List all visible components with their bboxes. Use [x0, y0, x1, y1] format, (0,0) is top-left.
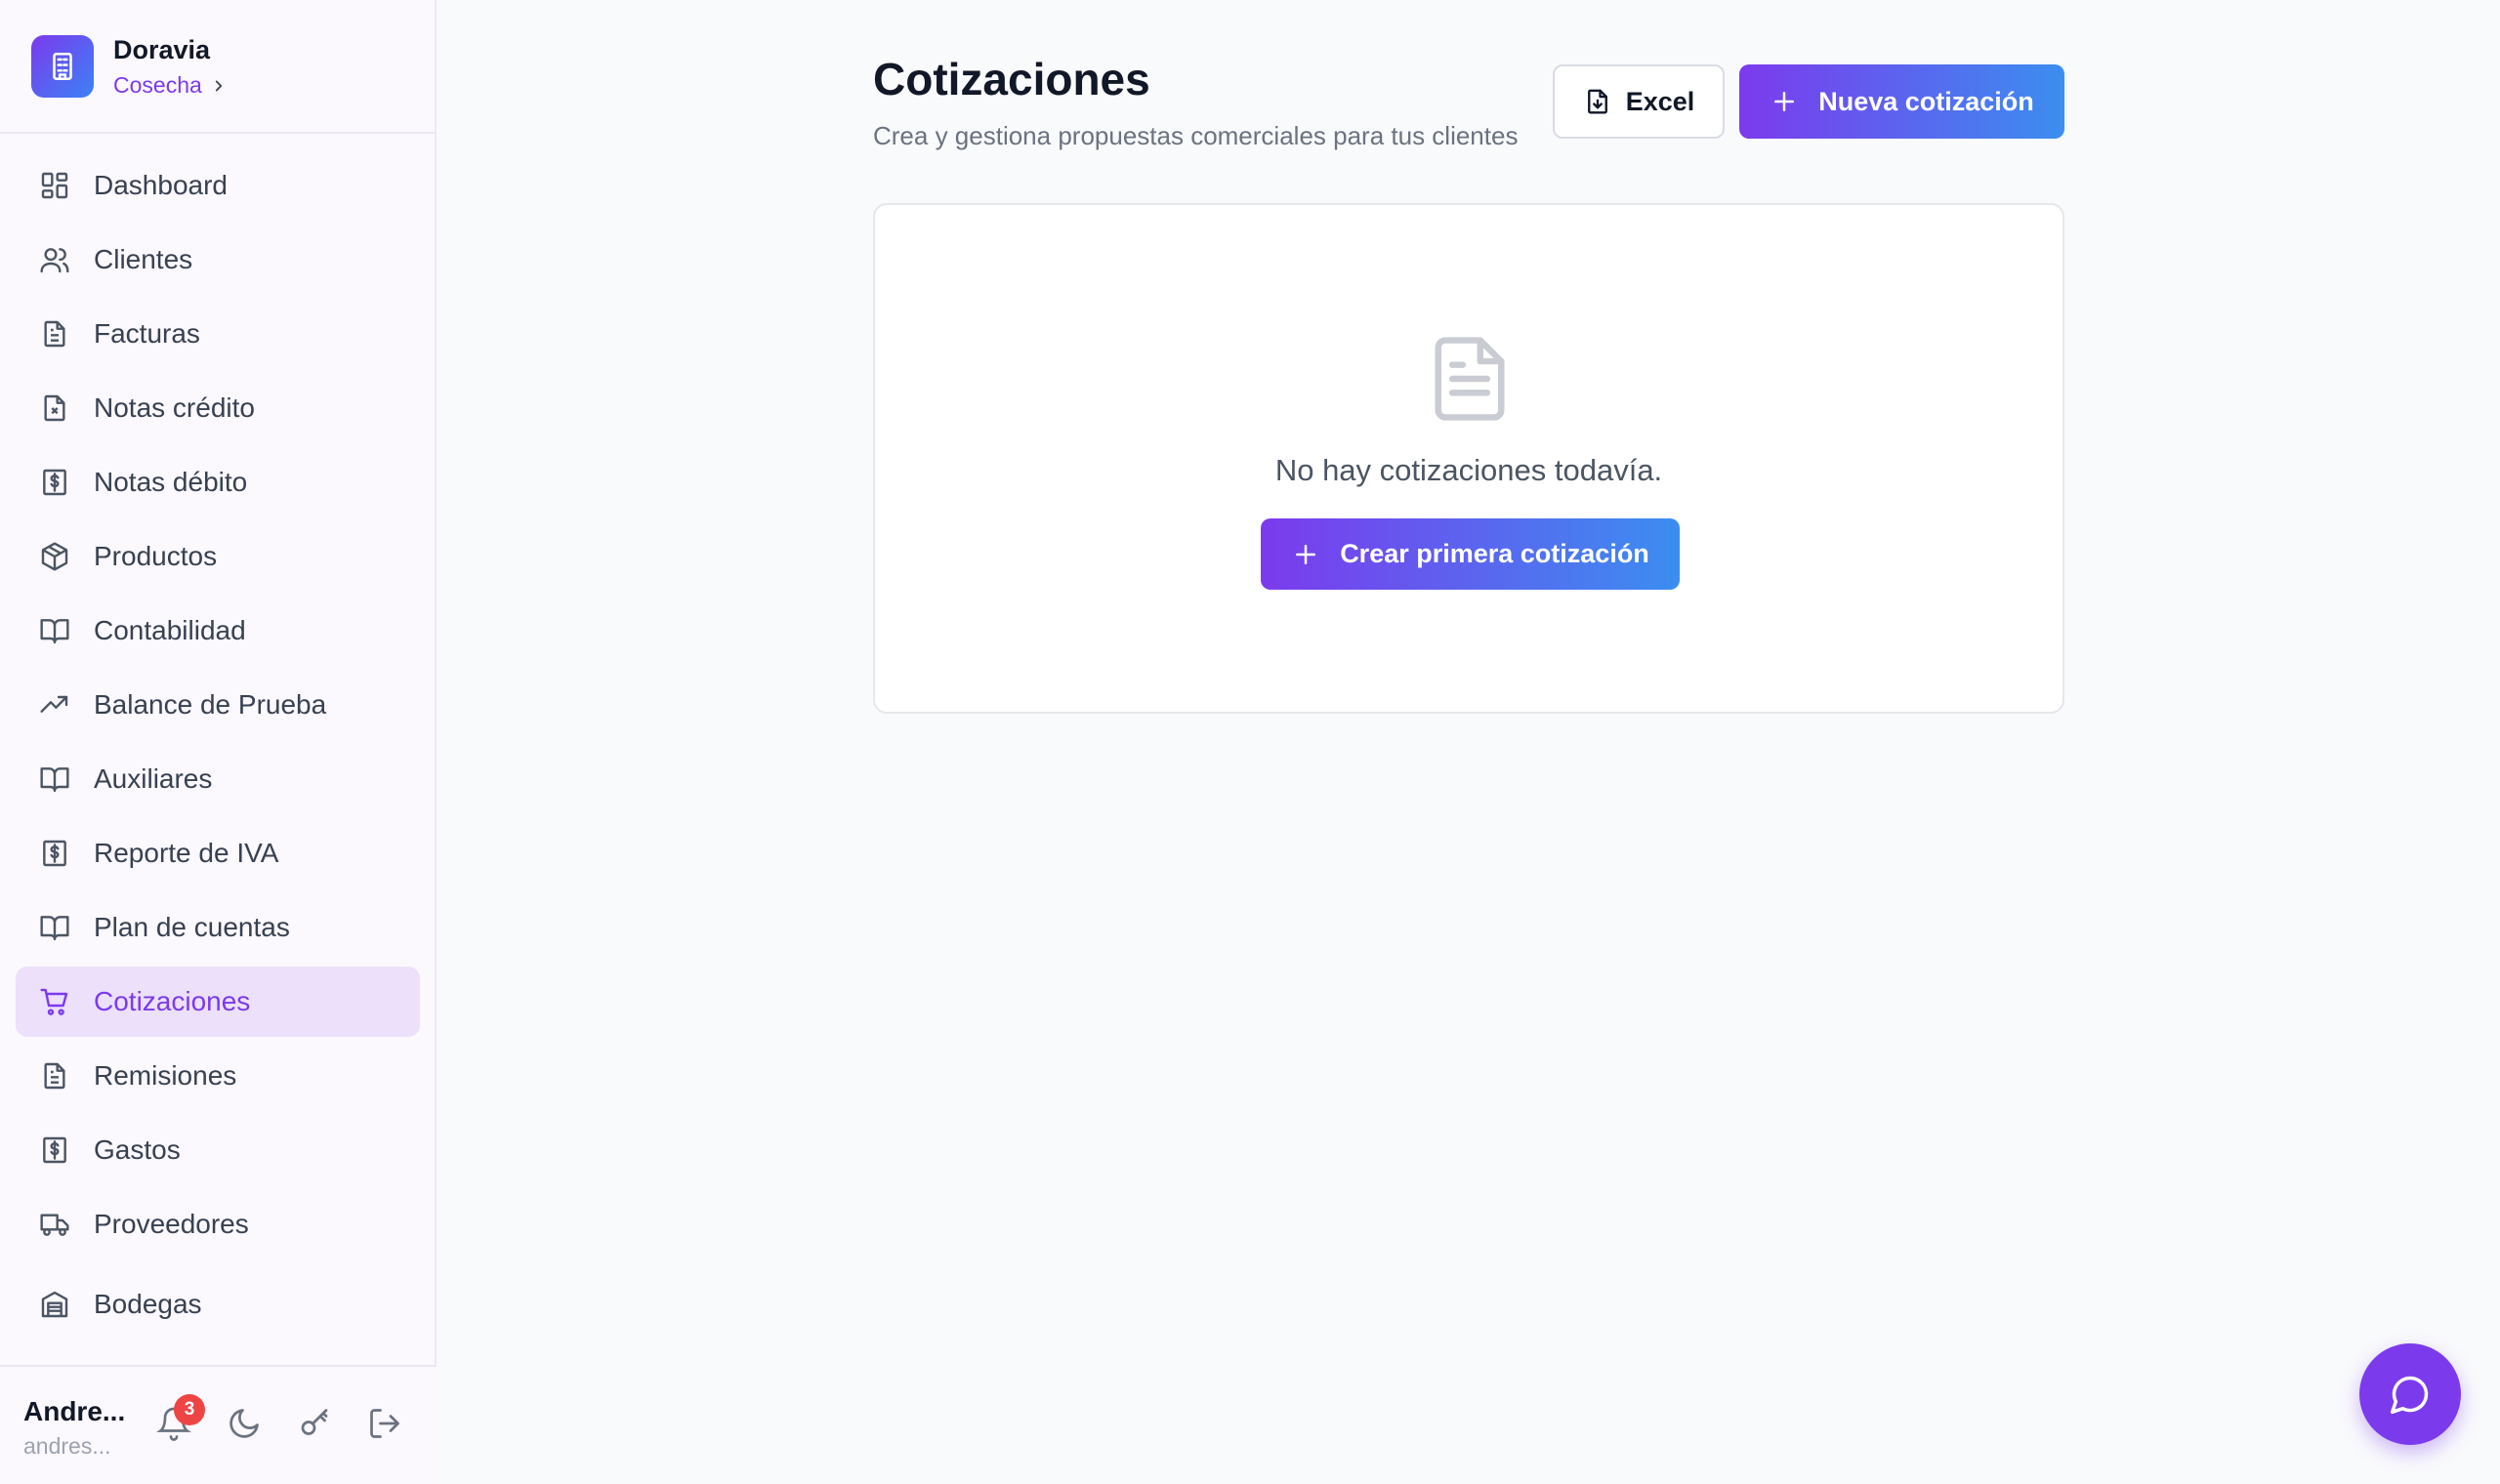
file-x-icon — [44, 394, 65, 422]
change-password-button[interactable] — [297, 1406, 332, 1441]
sidebar-item-productos[interactable]: Productos — [16, 521, 420, 592]
document-icon — [1428, 332, 1512, 426]
new-quote-label: Nueva cotización — [1818, 86, 2034, 116]
sidebar-item-contabilidad[interactable]: Contabilidad — [16, 596, 420, 666]
org-switcher[interactable]: Cosecha — [113, 72, 228, 99]
warehouse-icon — [41, 1291, 68, 1318]
users-icon — [40, 248, 69, 273]
sidebar-item-label: Cotizaciones — [94, 986, 251, 1016]
file-text-icon — [44, 1062, 65, 1090]
brand-name: Doravia — [113, 35, 211, 64]
sidebar-item-proveedores[interactable]: Proveedores — [16, 1189, 420, 1259]
brand-text: Doravia Cosecha — [113, 33, 228, 99]
file-download-icon — [1587, 89, 1607, 114]
sidebar-item-label: Notas crédito — [94, 392, 255, 423]
logout-button[interactable] — [367, 1406, 402, 1441]
sidebar-item-label: Proveedores — [94, 1209, 249, 1239]
sidebar-item-label: Notas débito — [94, 467, 248, 497]
sidebar-item-label: Clientes — [94, 244, 193, 274]
sidebar-item-label: Remisiones — [94, 1060, 237, 1091]
create-first-quote-button[interactable]: Crear primera cotización — [1261, 518, 1680, 590]
new-quote-button[interactable]: Nueva cotización — [1739, 64, 2064, 139]
chat-button[interactable] — [2359, 1343, 2461, 1445]
truck-icon — [40, 1214, 69, 1236]
page-title: Cotizaciones — [873, 54, 1150, 104]
export-excel-button[interactable]: Excel — [1553, 64, 1725, 139]
sidebar-item-label: Auxiliares — [94, 763, 213, 794]
chat-bubble-icon — [2390, 1376, 2429, 1415]
empty-state-card: No hay cotizaciones todavía. Crear prime… — [873, 203, 2064, 714]
theme-toggle[interactable] — [227, 1406, 262, 1441]
sidebar-item-label: Gastos — [94, 1134, 181, 1165]
user-name: Andre... — [23, 1396, 126, 1426]
empty-state-message: No hay cotizaciones todavía. — [1274, 453, 1663, 487]
sidebar-item-gastos[interactable]: Gastos — [16, 1115, 420, 1185]
sidebar-item-facturas[interactable]: Facturas — [16, 299, 420, 369]
sidebar-item-label: Facturas — [94, 318, 200, 349]
sidebar: Doravia Cosecha Dashboard Clientes Factu… — [0, 0, 437, 1484]
sidebar-item-cotizaciones[interactable]: Cotizaciones — [16, 967, 420, 1037]
plus-icon — [1296, 544, 1316, 564]
sidebar-item-balance-de-prueba[interactable]: Balance de Prueba — [16, 670, 420, 740]
package-icon — [41, 542, 68, 571]
shopping-cart-icon — [40, 988, 68, 1015]
book-open-icon — [40, 619, 69, 644]
sidebar-item-dashboard[interactable]: Dashboard — [16, 150, 420, 221]
building-icon[interactable] — [31, 34, 94, 98]
trending-up-icon — [40, 695, 68, 713]
book-open-icon — [40, 767, 69, 793]
notification-badge: 3 — [174, 1394, 205, 1425]
chevron-right-icon — [215, 80, 222, 91]
receipt-dollar-icon — [43, 840, 66, 867]
brand-header: Doravia Cosecha — [0, 0, 435, 134]
sidebar-item-plan-de-cuentas[interactable]: Plan de cuentas — [16, 892, 420, 963]
export-excel-label: Excel — [1625, 86, 1695, 116]
sidebar-item-notas-debito[interactable]: Notas débito — [16, 447, 420, 517]
user-bar: Andre... andres... 3 — [0, 1365, 437, 1484]
sidebar-item-reporte-de-iva[interactable]: Reporte de IVA — [16, 818, 420, 888]
sidebar-item-remisiones[interactable]: Remisiones — [16, 1041, 420, 1111]
sidebar-item-label: Balance de Prueba — [94, 689, 327, 720]
user-email: andres... — [23, 1433, 111, 1459]
sidebar-item-notas-credito[interactable]: Notas crédito — [16, 373, 420, 443]
sidebar-item-label: Contabilidad — [94, 615, 246, 645]
org-name: Cosecha — [113, 72, 202, 98]
receipt-dollar-icon — [43, 469, 66, 496]
sidebar-item-label: Plan de cuentas — [94, 912, 290, 942]
logout-icon — [370, 1409, 399, 1438]
sidebar-item-label: Reporte de IVA — [94, 838, 279, 868]
dashboard-icon — [41, 172, 68, 199]
create-first-quote-label: Crear primera cotización — [1340, 539, 1649, 568]
sidebar-item-label: Bodegas — [94, 1289, 202, 1319]
sidebar-item-auxiliares[interactable]: Auxiliares — [16, 744, 420, 814]
sidebar-item-clientes[interactable]: Clientes — [16, 225, 420, 295]
sidebar-item-bodegas[interactable]: Bodegas — [16, 1269, 420, 1340]
moon-icon — [229, 1409, 259, 1438]
sidebar-item-label: Productos — [94, 541, 218, 571]
sidebar-item-label: Dashboard — [94, 170, 228, 200]
plus-icon — [1774, 92, 1795, 111]
file-text-icon — [44, 320, 65, 348]
book-open-icon — [40, 916, 69, 941]
page-subtitle: Crea y gestiona propuestas comerciales p… — [873, 121, 1519, 150]
receipt-dollar-icon — [43, 1136, 66, 1164]
key-icon — [301, 1409, 328, 1435]
